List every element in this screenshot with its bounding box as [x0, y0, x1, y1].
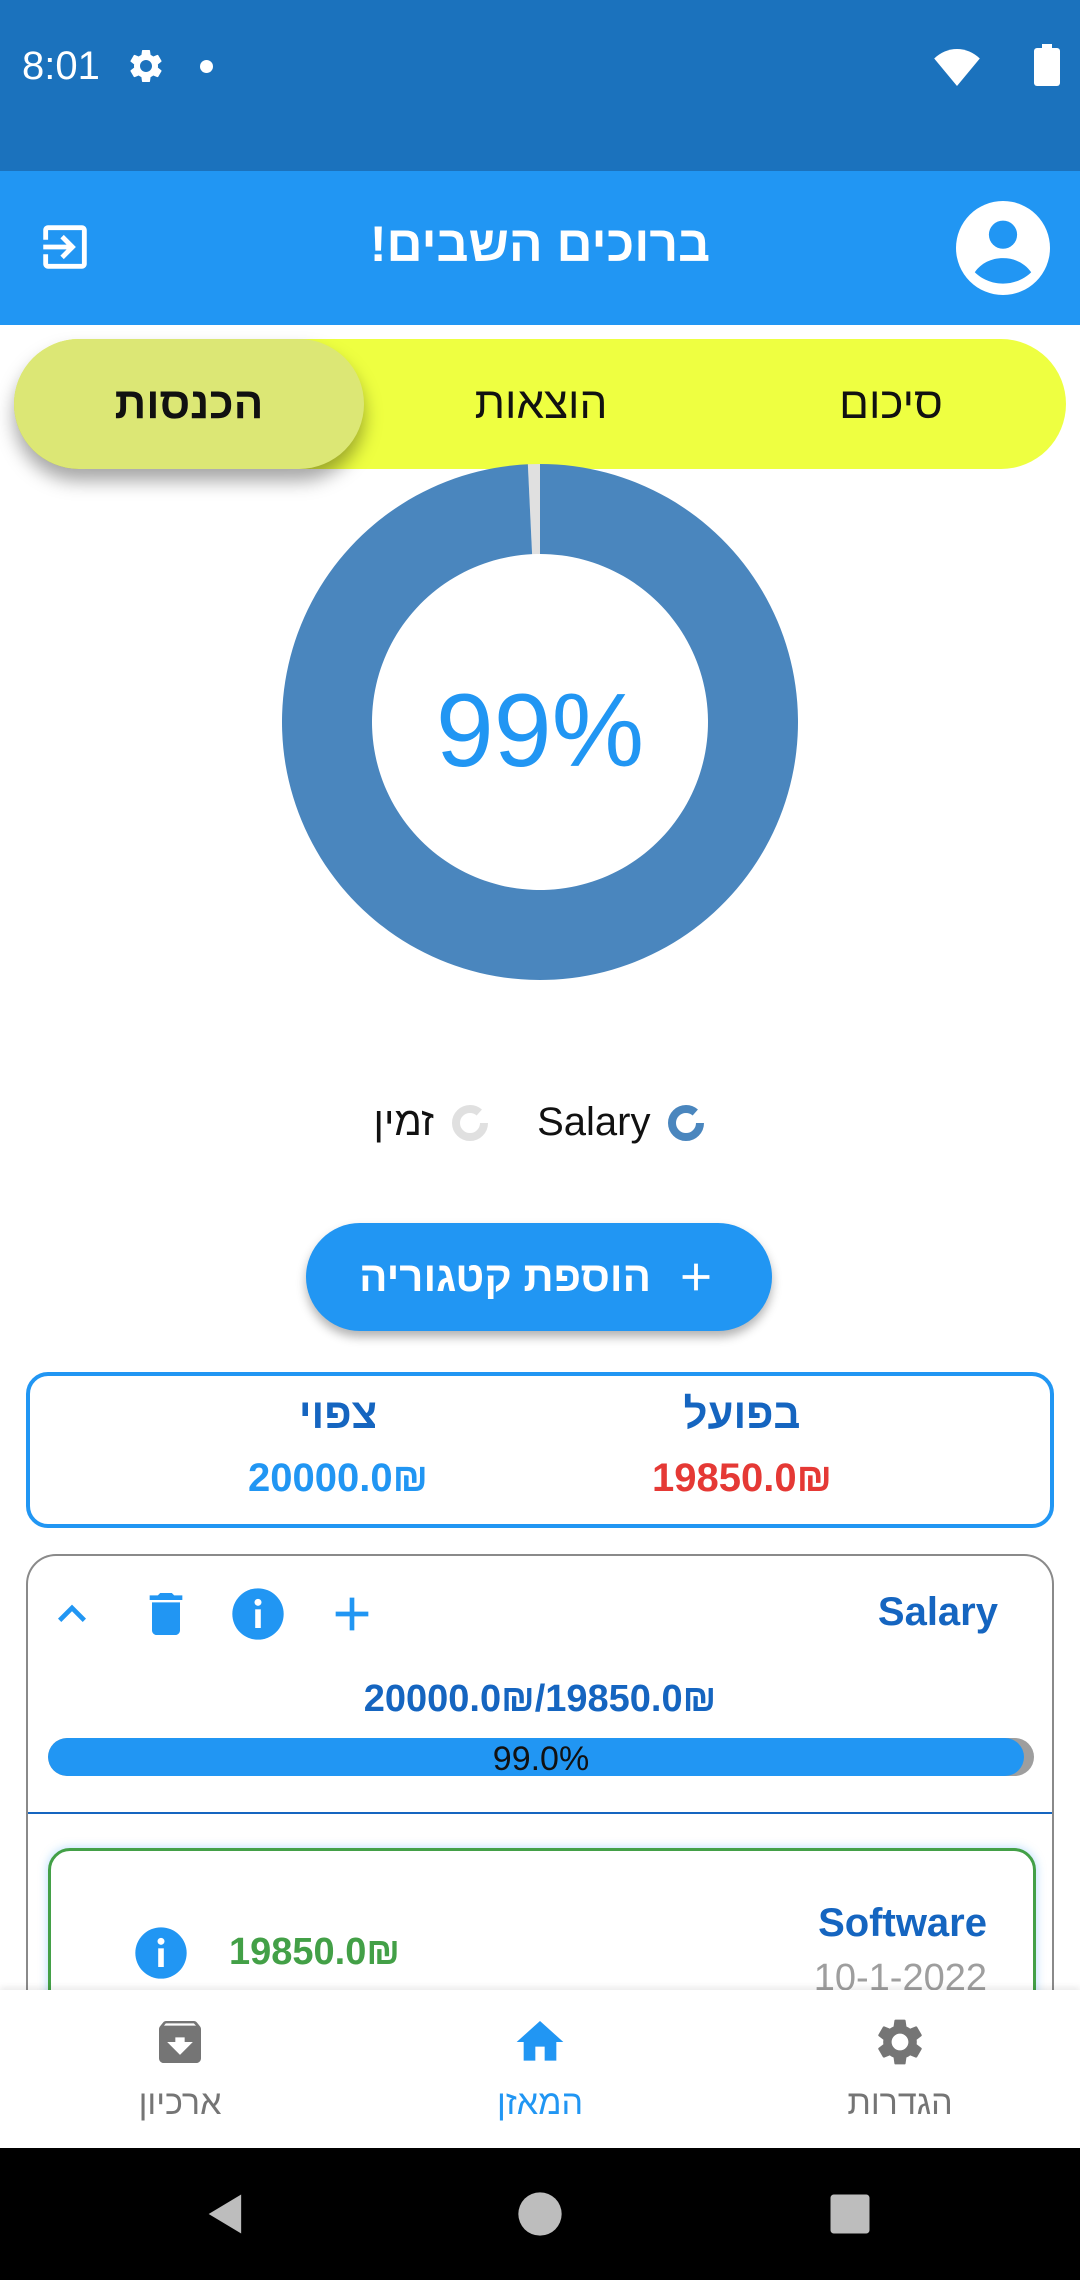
legend-label-salary: Salary — [537, 1100, 651, 1144]
category-name: Salary — [877, 1590, 998, 1634]
app-bar: ברוכים השבים! — [0, 171, 1080, 325]
collapse-icon[interactable] — [44, 1586, 100, 1642]
home-circle-icon[interactable] — [514, 2188, 566, 2240]
transaction-name: Software — [818, 1901, 987, 1945]
system-nav-bar — [0, 2148, 1080, 2280]
expected-total: צפוי 20000.0₪ — [138, 1390, 538, 1501]
progress-label: 99.0% — [492, 1740, 590, 1776]
delete-icon[interactable] — [138, 1586, 194, 1642]
legend-item-salary: Salary — [537, 1100, 706, 1145]
archive-icon — [159, 2021, 201, 2063]
page-title: ברוכים השבים! — [369, 216, 711, 272]
category-card: Salary 20000.0₪/19850.0₪ 99.0% Software … — [26, 1554, 1054, 1994]
add-category-label: הוספת קטגוריה — [359, 1253, 651, 1300]
nav-archive-label: ארכיון — [138, 2084, 222, 2122]
info-icon[interactable] — [133, 1925, 189, 1981]
donut-small-icon — [668, 1104, 705, 1141]
transaction-date: 10-1-2022 — [813, 1957, 987, 1994]
nav-archive[interactable]: ארכיון — [0, 1990, 360, 2148]
donut-small-icon — [451, 1104, 488, 1141]
tab-income[interactable]: הכנסות — [14, 339, 364, 469]
notification-dot — [200, 60, 213, 73]
chart-legend: Salary זמין — [0, 1100, 1080, 1160]
nav-balance[interactable]: המאזן — [360, 1990, 720, 2148]
plus-icon — [682, 1263, 710, 1291]
settings-icon — [130, 50, 162, 82]
back-icon[interactable] — [200, 2188, 252, 2240]
nav-settings-label: הגדרות — [847, 2084, 953, 2122]
battery-icon — [1034, 44, 1060, 86]
category-amount: 20000.0₪/19850.0₪ — [363, 1678, 717, 1720]
status-time: 8:01 — [22, 44, 100, 88]
bottom-nav: ארכיון המאזן הגדרות — [0, 1990, 1080, 2148]
wifi-icon — [934, 48, 980, 86]
home-icon — [516, 2021, 564, 2061]
tab-bar: סיכום הוצאות הכנסות — [14, 339, 1066, 469]
add-icon[interactable] — [324, 1586, 380, 1642]
actual-label: בפועל — [683, 1390, 801, 1437]
divider — [28, 1812, 1052, 1814]
recents-icon[interactable] — [824, 2188, 876, 2240]
totals-card: בפועל 19850.0₪ צפוי 20000.0₪ — [26, 1372, 1054, 1528]
account-circle-icon[interactable] — [956, 201, 1050, 295]
expected-label: צפוי — [298, 1390, 378, 1437]
legend-item-available: זמין — [374, 1100, 490, 1145]
info-icon[interactable] — [230, 1586, 286, 1642]
tab-summary[interactable]: סיכום — [716, 339, 1066, 469]
expected-value: 20000.0₪ — [248, 1456, 428, 1500]
transaction-amount: 19850.0₪ — [229, 1931, 400, 1973]
actual-total: בפועל 19850.0₪ — [542, 1390, 942, 1501]
transaction-card[interactable]: Software 10-1-2022 19850.0₪ — [48, 1848, 1036, 1994]
category-progress-bar: 99.0% — [48, 1738, 1034, 1776]
nav-balance-label: המאזן — [496, 2084, 584, 2122]
actual-value: 19850.0₪ — [652, 1456, 832, 1500]
legend-label-available: זמין — [373, 1100, 434, 1144]
add-category-button[interactable]: הוספת קטגוריה — [306, 1223, 772, 1331]
nav-settings[interactable]: הגדרות — [720, 1990, 1080, 2148]
settings-icon — [878, 2019, 922, 2065]
donut-center-label: 99% — [435, 673, 645, 789]
tab-expenses[interactable]: הוצאות — [366, 339, 716, 469]
status-bar: 8:01 — [0, 0, 1080, 171]
